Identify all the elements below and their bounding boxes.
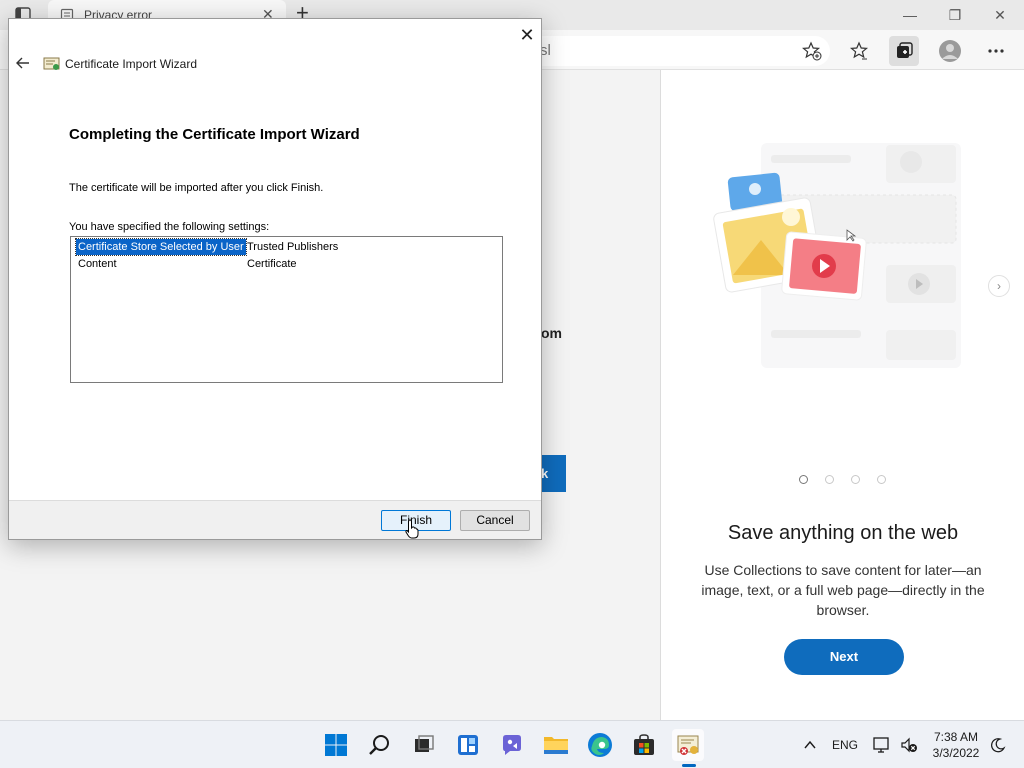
settings-label: You have specified the following setting… — [69, 221, 270, 233]
add-favorite-icon[interactable] — [797, 36, 827, 66]
collections-next-button[interactable]: Next — [784, 639, 904, 675]
settings-key: Certificate Store Selected by User — [75, 238, 247, 256]
settings-key: Content — [78, 258, 117, 270]
collections-illustration — [711, 135, 971, 375]
volume-muted-icon[interactable] — [900, 721, 918, 768]
cancel-button[interactable]: Cancel — [460, 510, 530, 531]
running-indicator — [682, 764, 696, 767]
wizard-heading: Completing the Certificate Import Wizard — [69, 126, 360, 143]
file-explorer-icon[interactable] — [540, 729, 572, 761]
more-options-icon[interactable] — [981, 36, 1011, 66]
carousel-next-icon[interactable]: › — [988, 275, 1010, 297]
dialog-close-icon[interactable]: ✕ — [515, 23, 539, 47]
widgets-icon[interactable] — [452, 729, 484, 761]
search-icon[interactable] — [364, 729, 396, 761]
dialog-footer: Finish Cancel — [9, 500, 541, 539]
settings-list[interactable]: Certificate Store Selected by User Trust… — [70, 236, 503, 383]
minimize-icon[interactable]: — — [896, 4, 924, 26]
show-hidden-icons[interactable] — [803, 721, 817, 768]
store-icon[interactable] — [628, 729, 660, 761]
certificate-icon — [43, 56, 61, 72]
taskbar: ENG 7:38 AM 3/3/2022 — [0, 720, 1024, 768]
settings-value: Certificate — [247, 258, 297, 270]
clock-time: 7:38 AM — [933, 730, 979, 744]
clock-date: 3/3/2022 — [932, 746, 980, 760]
address-bar[interactable]: sl — [520, 36, 830, 66]
collections-title: Save anything on the web — [727, 522, 959, 544]
certificate-manager-icon[interactable] — [672, 729, 704, 761]
favorites-icon[interactable] — [844, 36, 874, 66]
page-button-fragment[interactable]: k — [541, 455, 566, 492]
language-indicator[interactable]: ENG — [832, 721, 858, 768]
wizard-info-text: The certificate will be imported after y… — [69, 182, 324, 194]
carousel-dots — [799, 475, 886, 484]
close-window-icon[interactable]: ✕ — [986, 4, 1014, 26]
page-heading-fragment: om — [541, 325, 562, 341]
collections-icon[interactable] — [889, 36, 919, 66]
carousel-dot[interactable] — [825, 475, 834, 484]
carousel-dot[interactable] — [877, 475, 886, 484]
chat-icon[interactable] — [496, 729, 528, 761]
mouse-cursor-icon — [405, 519, 419, 539]
settings-value: Trusted Publishers — [247, 241, 339, 253]
carousel-dot[interactable] — [851, 475, 860, 484]
back-arrow-icon[interactable] — [15, 55, 33, 73]
restore-icon[interactable]: ❐ — [941, 4, 969, 26]
system-clock[interactable]: 7:38 AM 3/3/2022 — [924, 729, 988, 761]
profile-avatar[interactable] — [935, 36, 965, 66]
focus-assist-icon[interactable] — [990, 721, 1006, 768]
task-view-icon[interactable] — [408, 729, 440, 761]
start-icon[interactable] — [320, 729, 352, 761]
carousel-dot[interactable] — [799, 475, 808, 484]
dialog-title: Certificate Import Wizard — [65, 57, 198, 71]
network-icon[interactable] — [872, 721, 892, 768]
collections-description: Use Collections to save content for late… — [701, 562, 985, 618]
edge-browser-icon[interactable] — [584, 729, 616, 761]
certificate-import-wizard-dialog: ✕ Certificate Import Wizard Completing t… — [8, 18, 542, 540]
collections-pane: › Save anything on the web Use Collectio… — [660, 70, 1024, 720]
